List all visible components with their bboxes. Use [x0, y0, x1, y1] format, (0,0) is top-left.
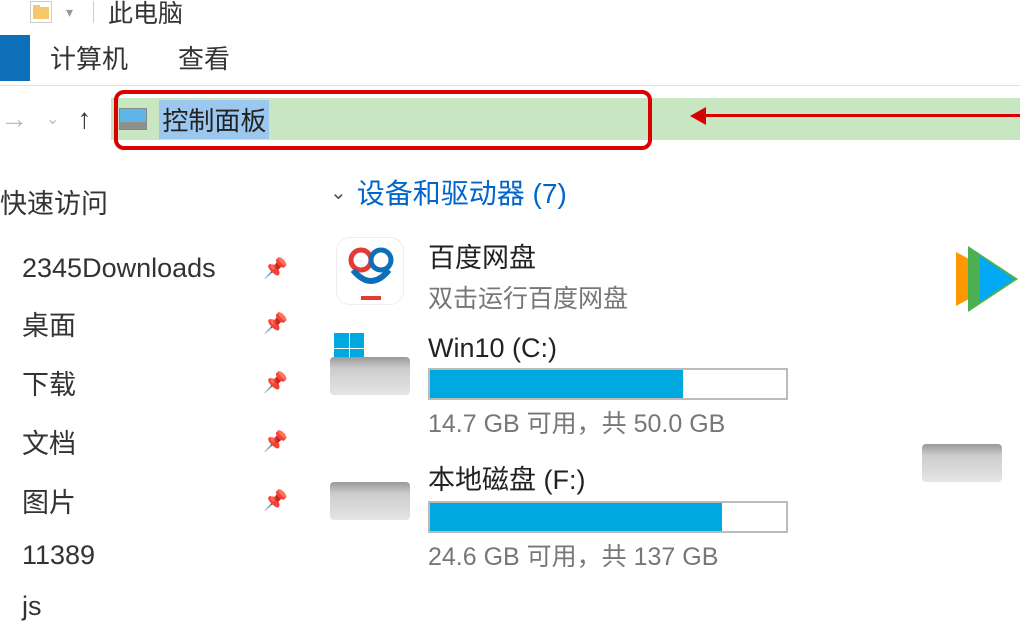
annotation-arrow: [704, 114, 1020, 117]
sidebar-item-pictures[interactable]: 图片 📌: [0, 471, 310, 530]
pin-icon: 📌: [263, 429, 288, 454]
sidebar-item-js[interactable]: js: [0, 581, 310, 632]
folder-icon: [6, 542, 14, 570]
sidebar-item-desktop[interactable]: 桌面 📌: [0, 294, 310, 353]
sidebar-item-label: 下载: [22, 363, 263, 402]
sidebar-item-label: 文档: [22, 422, 263, 461]
sidebar-header[interactable]: 快速访问: [0, 182, 310, 221]
ribbon: 计算机 查看: [0, 30, 1020, 86]
sidebar-item-label: 桌面: [22, 304, 263, 343]
drive-name: Win10 (C:): [428, 333, 1020, 364]
device-tencent-video[interactable]: [946, 242, 1020, 321]
sidebar-item-label: 2345Downloads: [22, 253, 263, 284]
window-title: 此电脑: [108, 0, 183, 30]
folder-icon: [6, 255, 14, 283]
tab-view[interactable]: 查看: [178, 39, 230, 76]
drive-icon: [330, 458, 410, 520]
sidebar-item-downloads2345[interactable]: 2345Downloads 📌: [0, 243, 310, 294]
sidebar: 快速访问 2345Downloads 📌 桌面 📌 下载 📌 文档 📌 图片 📌: [0, 152, 310, 636]
sidebar-item-label: js: [22, 591, 310, 622]
drive-c[interactable]: Win10 (C:) 14.7 GB 可用，共 50.0 GB: [330, 333, 1020, 440]
tab-computer[interactable]: 计算机: [50, 39, 128, 76]
device-details: 百度网盘 双击运行百度网盘: [428, 236, 1020, 315]
drive-windows-icon: [330, 333, 410, 395]
chevron-down-icon: ⌄: [330, 180, 347, 205]
watermark-text: 路由器: [956, 603, 1010, 629]
pin-icon: 📌: [263, 488, 288, 513]
documents-icon: [6, 428, 14, 456]
title-separator: ▾: [66, 4, 73, 21]
title-divider: [93, 1, 94, 23]
drive-icon: [922, 420, 1002, 482]
title-bar: ▾ 此电脑: [0, 0, 1020, 30]
watermark: 路由器: [920, 601, 1010, 631]
storage-progress: [428, 501, 788, 533]
tencent-video-icon: [946, 242, 1020, 316]
sidebar-item-label: 图片: [22, 481, 263, 520]
storage-progress: [428, 368, 788, 400]
storage-text: 24.6 GB 可用，共 137 GB: [428, 537, 1020, 573]
pin-icon: 📌: [263, 256, 288, 281]
address-text[interactable]: 控制面板: [159, 100, 269, 139]
nav-up-icon[interactable]: ↑: [77, 103, 91, 135]
main-content: 快速访问 2345Downloads 📌 桌面 📌 下载 📌 文档 📌 图片 📌: [0, 152, 1020, 636]
content-area: ⌄ 设备和驱动器 (7) 百度网盘 双击运行百度网盘: [310, 152, 1020, 636]
router-icon: [920, 601, 950, 631]
pin-icon: 📌: [263, 311, 288, 336]
pin-icon: 📌: [263, 370, 288, 395]
sidebar-item-11389[interactable]: 11389: [0, 530, 310, 581]
device-baidu-netdisk[interactable]: 百度网盘 双击运行百度网盘: [330, 236, 1020, 315]
monitor-icon: [119, 108, 147, 130]
device-subtitle: 双击运行百度网盘: [428, 279, 1020, 315]
address-row: → ⌄ ↑ 控制面板: [0, 86, 1020, 152]
sidebar-item-downloads[interactable]: 下载 📌: [0, 353, 310, 412]
file-tab[interactable]: [0, 35, 30, 81]
drive-f[interactable]: 本地磁盘 (F:) 24.6 GB 可用，共 137 GB: [330, 458, 1020, 573]
sidebar-item-label: 11389: [22, 540, 310, 571]
section-header[interactable]: ⌄ 设备和驱动器 (7): [330, 172, 1020, 212]
address-bar[interactable]: 控制面板: [111, 98, 1020, 140]
device-name: 百度网盘: [428, 236, 1020, 275]
folder-icon: [6, 593, 14, 621]
section-title: 设备和驱动器 (7): [357, 172, 567, 212]
sidebar-item-documents[interactable]: 文档 📌: [0, 412, 310, 471]
drive-partial[interactable]: [922, 420, 1020, 482]
desktop-icon: [6, 310, 14, 338]
baidu-netdisk-icon: [330, 236, 410, 306]
nav-history-chevron-icon[interactable]: ⌄: [46, 109, 59, 129]
pictures-icon: [6, 487, 14, 515]
folder-icon: [30, 1, 52, 23]
download-icon: [6, 369, 14, 397]
nav-forward-icon[interactable]: →: [0, 103, 28, 135]
